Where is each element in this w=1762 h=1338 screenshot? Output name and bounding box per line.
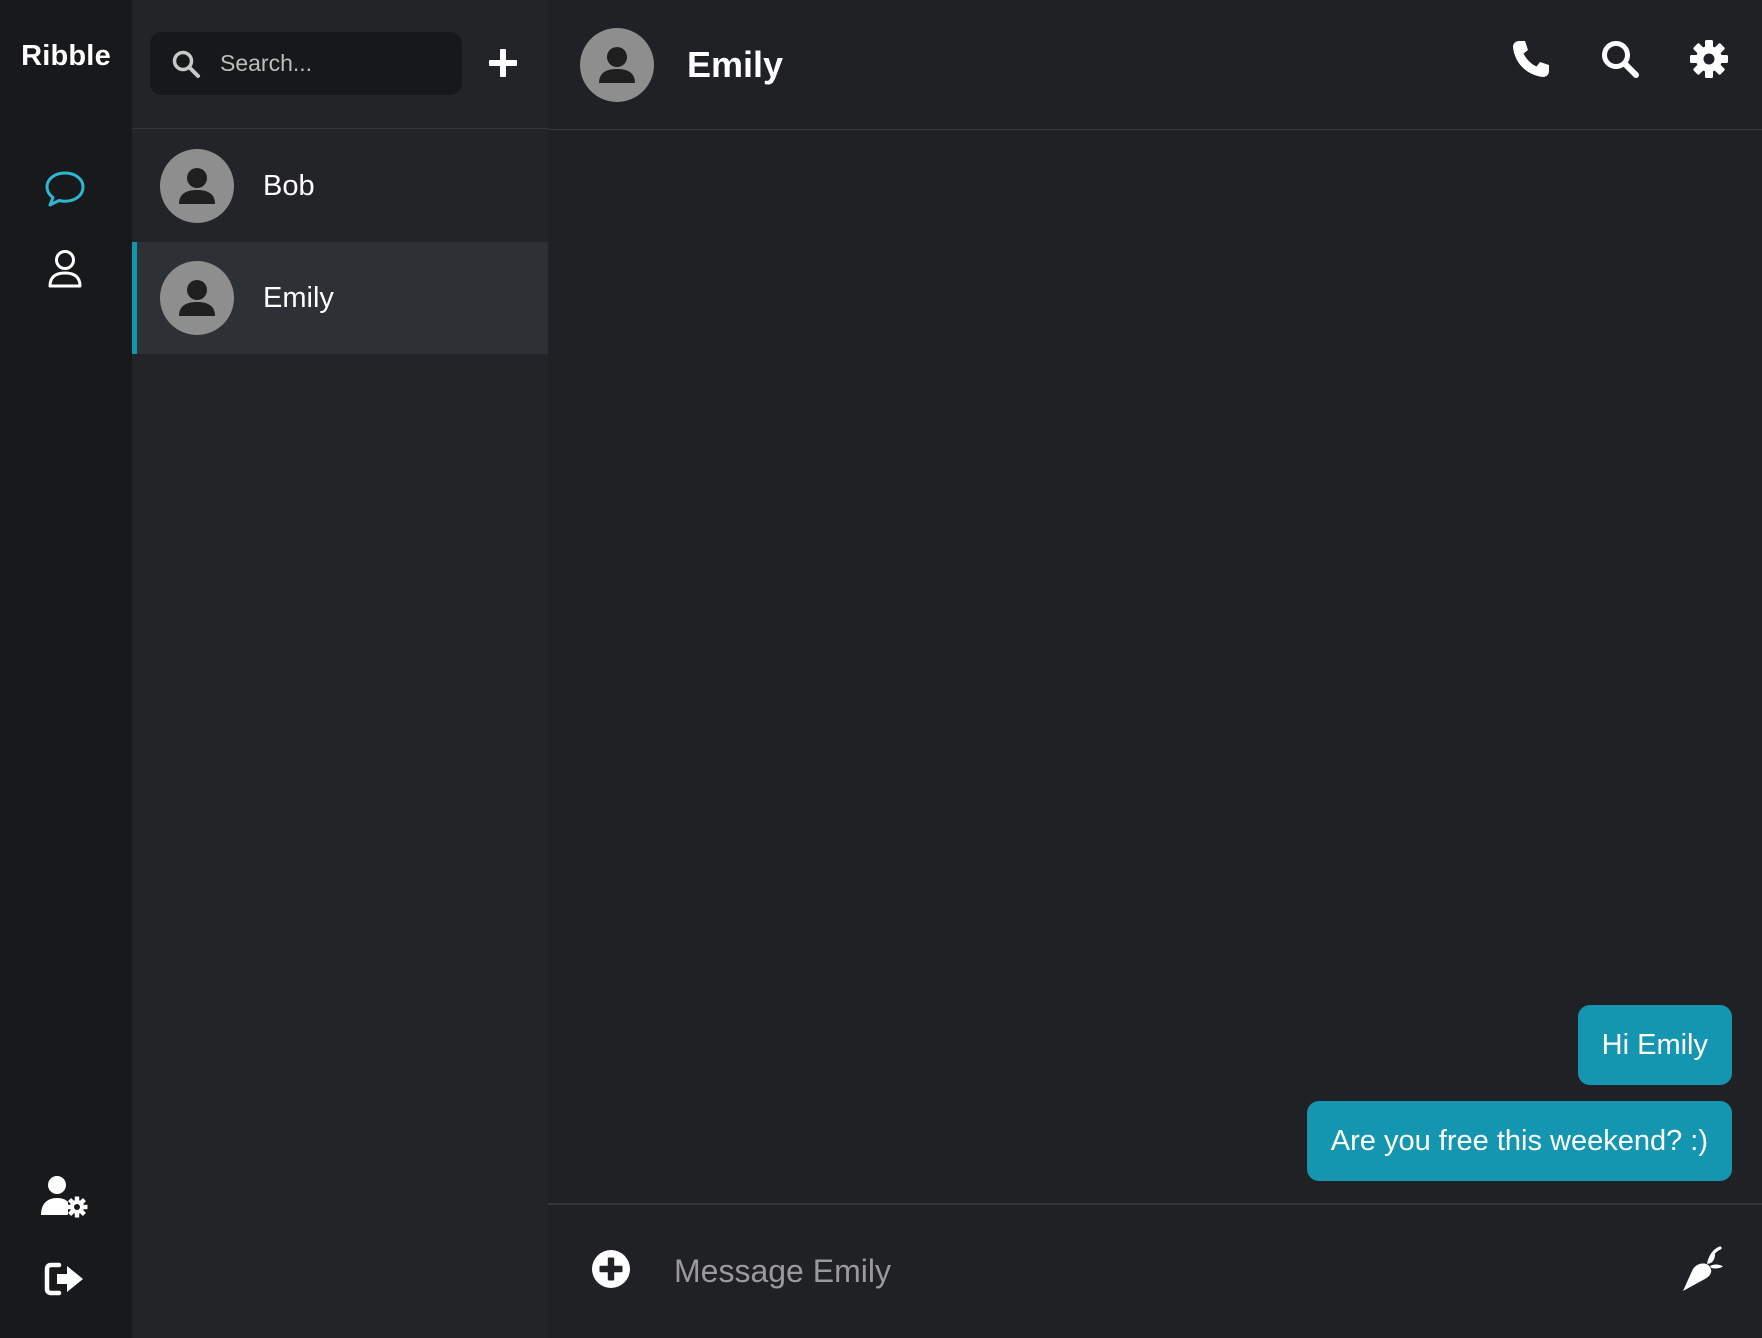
account-settings-button[interactable] <box>36 1170 94 1228</box>
app-logo: Ribble <box>21 40 111 72</box>
attach-button[interactable] <box>588 1249 634 1295</box>
chat-settings-button[interactable] <box>1679 32 1738 91</box>
avatar <box>160 261 234 335</box>
chat-header-actions <box>1501 32 1738 91</box>
message-input[interactable] <box>672 1252 1622 1291</box>
new-conversation-button[interactable] <box>474 36 532 94</box>
plus-circle-icon <box>591 1249 631 1294</box>
send-button[interactable] <box>1674 1243 1732 1301</box>
carrot-icon <box>1678 1245 1728 1300</box>
conversation-item-active[interactable]: Emily <box>132 242 548 354</box>
app-window: Ribble Search... Bob Emily Emily Hi Emil… <box>0 0 1762 1338</box>
chat-header: Emily <box>548 0 1762 130</box>
chat-avatar[interactable] <box>580 27 654 102</box>
active-indicator <box>132 242 137 354</box>
user-settings-icon <box>40 1175 90 1224</box>
chat-panel: Emily Hi Emily Are you free this weekend… <box>548 0 1762 1338</box>
logout-icon <box>43 1260 87 1303</box>
nav-rail: Ribble <box>0 0 132 1338</box>
conversation-item[interactable]: Bob <box>132 130 548 242</box>
message-bubble-outgoing: Hi Emily <box>1577 1005 1732 1085</box>
conversation-list-header <box>132 0 548 129</box>
message-bubble-outgoing: Are you free this weekend? :) <box>1306 1101 1732 1181</box>
chat-bubble-icon <box>43 169 87 214</box>
message-list: Hi Emily Are you free this weekend? :) <box>548 131 1762 1203</box>
chats-nav-button[interactable] <box>36 162 94 220</box>
search-icon <box>1599 38 1641 85</box>
logout-button[interactable] <box>36 1252 94 1310</box>
phone-icon <box>1510 38 1552 85</box>
conversation-name: Bob <box>263 169 315 202</box>
chat-title: Emily <box>687 43 784 85</box>
search-input[interactable] <box>218 49 438 78</box>
default-avatar-icon <box>179 280 215 316</box>
search-chat-button[interactable] <box>1590 32 1649 91</box>
default-avatar-icon <box>179 168 215 204</box>
conversation-list-panel: Bob Emily <box>132 0 548 1338</box>
search-box <box>150 32 462 95</box>
default-avatar-icon <box>599 46 635 83</box>
gear-icon <box>1689 39 1729 84</box>
message-composer <box>548 1203 1762 1338</box>
user-icon <box>45 247 85 296</box>
avatar <box>160 149 234 223</box>
plus-icon <box>487 47 519 84</box>
call-button[interactable] <box>1501 32 1560 91</box>
conversation-name: Emily <box>263 281 334 314</box>
contacts-nav-button[interactable] <box>36 242 94 300</box>
search-icon <box>170 48 202 80</box>
